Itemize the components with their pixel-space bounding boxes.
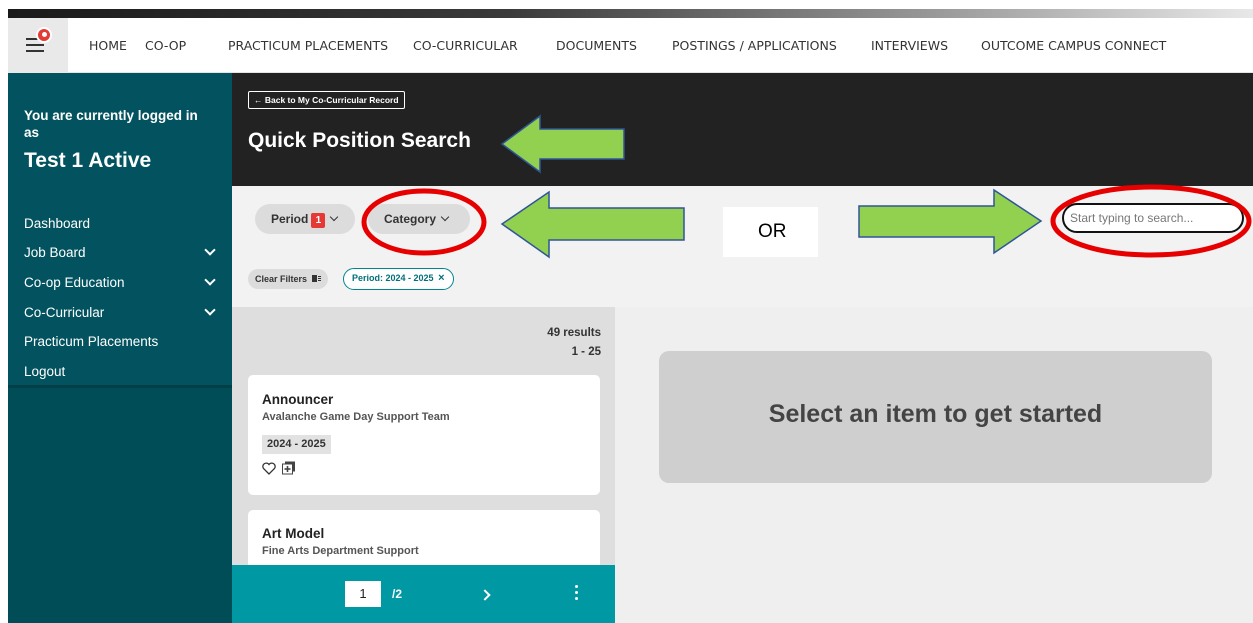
annotation-arrow-icon: [500, 190, 685, 259]
annotation-circle-icon: [361, 188, 487, 256]
annotation-overlay: [361, 114, 1252, 259]
annotation-arrow-icon: [858, 188, 1043, 255]
annotation-circle-icon: [1050, 184, 1252, 258]
annotation-arrow-icon: [500, 114, 625, 174]
